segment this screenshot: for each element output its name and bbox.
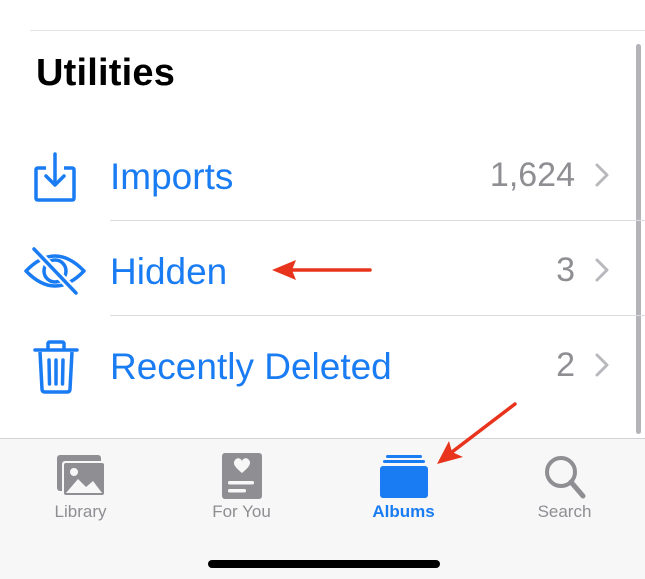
tab-albums[interactable]: Albums xyxy=(323,439,484,539)
search-icon xyxy=(544,456,585,499)
photo-library-icon xyxy=(56,455,106,497)
row-label: Hidden xyxy=(110,251,228,292)
tab-for-you[interactable]: For You xyxy=(161,439,322,539)
home-indicator[interactable] xyxy=(208,560,440,568)
tab-label: Search xyxy=(537,502,592,521)
albums-icon xyxy=(379,455,428,498)
for-you-icon xyxy=(221,453,262,499)
top-divider xyxy=(30,30,645,31)
utilities-row-hidden[interactable]: Hidden 3 xyxy=(0,221,645,316)
import-icon xyxy=(34,152,76,202)
tab-label: For You xyxy=(212,502,271,521)
row-count: 2 xyxy=(556,346,575,384)
chevron-right-icon xyxy=(595,353,609,377)
row-count: 1,624 xyxy=(489,156,575,194)
chevron-right-icon xyxy=(595,258,609,282)
eye-slash-icon xyxy=(24,245,86,297)
tab-search[interactable]: Search xyxy=(484,439,645,539)
section-title: Utilities xyxy=(36,52,176,94)
trash-icon xyxy=(33,340,79,394)
row-label: Recently Deleted xyxy=(110,346,392,387)
tab-label: Library xyxy=(54,502,107,521)
tab-bar: Library For You Albums Search xyxy=(0,438,645,579)
tab-library[interactable]: Library xyxy=(0,439,161,539)
tab-label: Albums xyxy=(372,502,435,521)
utilities-row-imports[interactable]: Imports 1,624 xyxy=(0,126,645,221)
chevron-right-icon xyxy=(595,163,609,187)
row-label: Imports xyxy=(110,156,234,197)
row-count: 3 xyxy=(556,251,575,289)
utilities-row-recently-deleted[interactable]: Recently Deleted 2 xyxy=(0,316,645,411)
